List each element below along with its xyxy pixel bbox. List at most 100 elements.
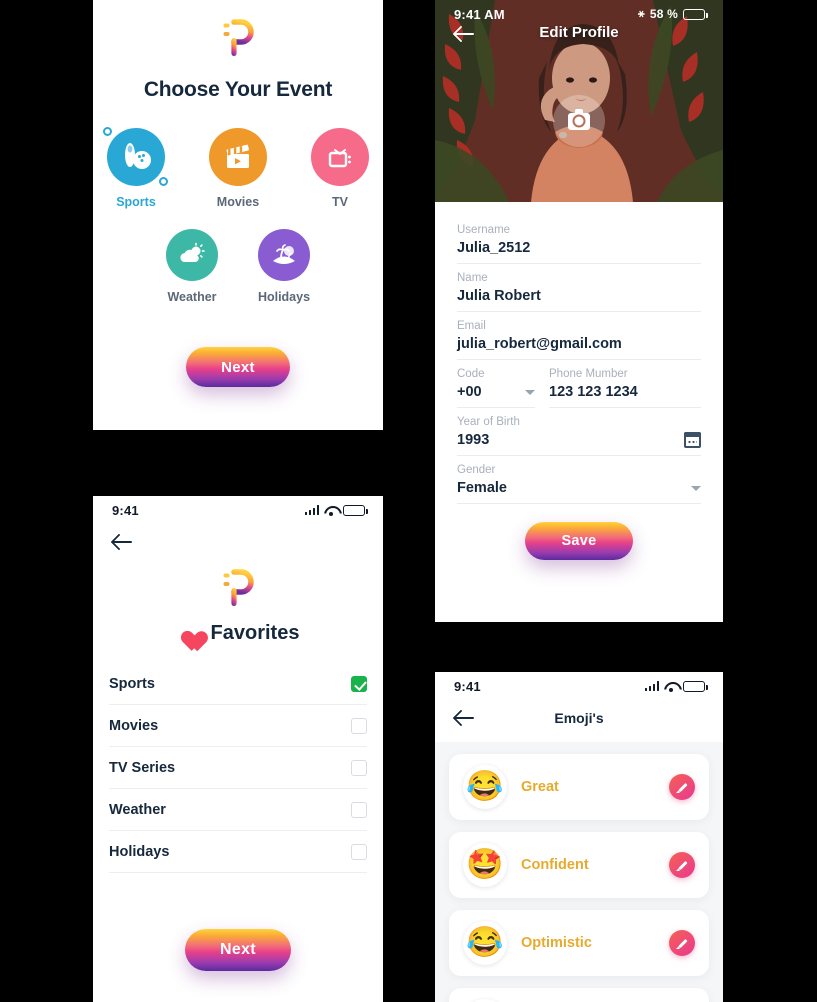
event-row-2: Weather Holidays — [93, 229, 383, 304]
event-item-holidays[interactable]: Holidays — [252, 229, 316, 304]
emoji-label: Great — [521, 779, 559, 795]
app-logo-p-icon — [221, 566, 255, 610]
next-button[interactable]: Next — [186, 347, 290, 387]
event-label-sports: Sports — [116, 195, 156, 209]
back-arrow-icon[interactable] — [111, 530, 135, 554]
field-value: +00 — [457, 384, 482, 400]
chevron-down-icon[interactable] — [525, 389, 535, 395]
event-label-tv: TV — [332, 195, 348, 209]
field-value: 1993 — [457, 432, 490, 448]
wifi-icon — [324, 505, 338, 516]
checkbox-weather[interactable] — [351, 802, 367, 818]
list-item-label: Sports — [109, 676, 155, 692]
emoji-card-confident[interactable]: 🤩 Confident — [449, 832, 709, 898]
list-item[interactable]: Sports — [109, 663, 367, 705]
field-label: Username — [457, 224, 511, 236]
sun-cloud-icon — [166, 229, 218, 281]
field-label: Code — [457, 368, 485, 380]
list-item-label: Weather — [109, 802, 166, 818]
list-item[interactable]: Movies — [109, 705, 367, 747]
page-title: Favorites — [210, 622, 300, 644]
event-item-movies[interactable]: Movies — [206, 128, 270, 209]
pencil-icon — [676, 859, 688, 871]
page-title: Emoji's — [554, 710, 604, 726]
field-username[interactable]: Username Julia_2512 — [457, 216, 701, 264]
status-bar-indicators: ⚹ 58 % — [638, 7, 708, 21]
wifi-icon — [664, 681, 678, 692]
field-label: Year of Birth — [457, 416, 520, 428]
field-value: julia_robert@gmail.com — [457, 336, 622, 352]
chevron-down-icon[interactable] — [691, 485, 701, 491]
field-value: 123 123 1234 — [549, 384, 638, 400]
island-palm-icon — [258, 229, 310, 281]
status-bar-time: 9:41 AM — [454, 6, 505, 22]
checkbox-movies[interactable] — [351, 718, 367, 734]
event-item-weather[interactable]: Weather — [160, 229, 224, 304]
field-country-code[interactable]: Code +00 — [457, 360, 535, 408]
page-title: Choose Your Event — [143, 78, 333, 101]
profile-photo-hero: Edit Profile 9:41 AM ⚹ 58 % — [435, 0, 723, 202]
save-button-container: Save — [457, 522, 701, 560]
checkbox-tv-series[interactable] — [351, 760, 367, 776]
field-email[interactable]: Email julia_robert@gmail.com — [457, 312, 701, 360]
favorites-list: Sports Movies TV Series Weather Holidays — [93, 663, 383, 873]
logo-container — [93, 0, 383, 60]
field-year-of-birth[interactable]: Year of Birth 1993 — [457, 408, 701, 456]
status-bar-time: 9:41 — [454, 678, 481, 694]
emoji-card-great[interactable]: 😂 Great — [449, 754, 709, 820]
screenshot-canvas: Choose Your Event Sports Movies TV Weath… — [0, 0, 817, 1002]
event-row-1: Sports Movies TV — [93, 127, 383, 209]
pencil-icon — [676, 781, 688, 793]
field-gender[interactable]: Gender Female — [457, 456, 701, 504]
emoji-list: 😂 Great 🤩 Confident 😂 Optimistic 😃 — [435, 742, 723, 1002]
favorites-header: Favorites — [93, 622, 383, 645]
status-bar-indicators — [304, 504, 368, 516]
pencil-icon — [676, 937, 688, 949]
cellular-signal-icon — [644, 681, 659, 691]
list-item[interactable]: Weather — [109, 789, 367, 831]
list-item-label: Holidays — [109, 844, 170, 860]
field-label: Gender — [457, 464, 496, 476]
status-bar-indicators — [644, 680, 708, 692]
checkbox-sports[interactable] — [351, 676, 367, 692]
tv-icon — [311, 128, 369, 186]
nav-bar: Emoji's — [435, 700, 723, 742]
next-button[interactable]: Next — [185, 929, 291, 971]
edit-button[interactable] — [669, 774, 695, 800]
calendar-icon[interactable] — [684, 432, 701, 448]
emoji-card-optimistic[interactable]: 😂 Optimistic — [449, 910, 709, 976]
event-item-tv[interactable]: TV — [308, 128, 372, 209]
field-label: Email — [457, 320, 486, 332]
emoji-card-partial[interactable]: 😃 — [449, 988, 709, 1002]
edit-button[interactable] — [669, 852, 695, 878]
list-item[interactable]: TV Series — [109, 747, 367, 789]
field-phone-number[interactable]: Phone Mumber 123 123 1234 — [549, 360, 701, 408]
list-item-label: TV Series — [109, 760, 176, 776]
emoji-avatar-icon: 😂 — [463, 921, 507, 965]
next-button-container: Next — [93, 929, 383, 971]
status-bar-time: 9:41 — [112, 502, 139, 518]
camera-icon — [568, 109, 590, 130]
bluetooth-icon: ⚹ — [638, 7, 645, 20]
status-bar: 9:41 AM ⚹ 58 % — [435, 0, 723, 28]
profile-form: Username Julia_2512 Name Julia Robert Em… — [435, 202, 723, 560]
edit-button[interactable] — [669, 930, 695, 956]
field-value: Julia Robert — [457, 288, 541, 304]
field-value: Female — [457, 480, 507, 496]
list-item[interactable]: Holidays — [109, 831, 367, 873]
bowling-icon — [103, 127, 168, 186]
event-item-sports[interactable]: Sports — [103, 127, 168, 209]
field-name[interactable]: Name Julia Robert — [457, 264, 701, 312]
cellular-signal-icon — [304, 505, 319, 515]
selection-dot-bottom-right — [159, 177, 168, 186]
checkbox-holidays[interactable] — [351, 844, 367, 860]
change-photo-button[interactable] — [553, 95, 605, 147]
event-label-movies: Movies — [216, 195, 260, 209]
next-button-container: Next — [93, 347, 383, 387]
screen-choose-event: Choose Your Event Sports Movies TV Weath… — [93, 0, 383, 430]
save-button[interactable]: Save — [525, 522, 633, 560]
field-label: Phone Mumber — [549, 368, 628, 380]
screen-edit-profile: Edit Profile 9:41 AM ⚹ 58 % Username Jul… — [435, 0, 723, 622]
event-label-holidays: Holidays — [257, 290, 311, 304]
field-value: Julia_2512 — [457, 240, 531, 256]
